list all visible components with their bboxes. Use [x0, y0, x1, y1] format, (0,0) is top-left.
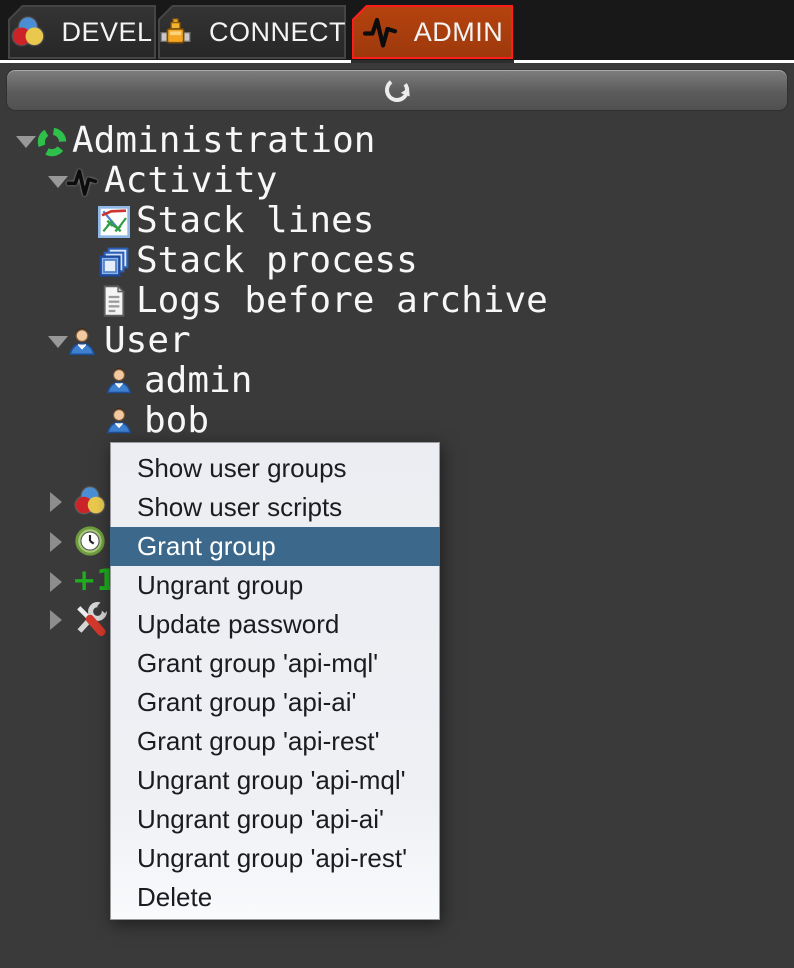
- tab-admin[interactable]: ADMIN: [352, 5, 513, 59]
- expander-arrow-icon[interactable]: [50, 492, 62, 512]
- tab-connect[interactable]: CONNECT: [158, 5, 346, 59]
- tree-item-administration[interactable]: Administration: [0, 121, 794, 161]
- user-icon: [107, 367, 131, 394]
- menu-item-grant-group-api-mql[interactable]: Grant group 'api-mql': [111, 644, 439, 683]
- connector-icon: [160, 18, 191, 44]
- expander-arrow-icon[interactable]: [50, 572, 62, 592]
- tree-item-label: admin: [144, 360, 253, 401]
- tree-item-bob[interactable]: bob: [0, 401, 794, 441]
- tab-connect-label: CONNECT: [209, 16, 346, 47]
- context-menu: Show user groups Show user scripts Grant…: [110, 442, 440, 920]
- tree-item-label: Stack lines: [136, 200, 375, 241]
- expander-arrow-icon[interactable]: [50, 610, 62, 630]
- menu-item-delete[interactable]: Delete: [111, 878, 439, 917]
- menu-item-grant-group[interactable]: Grant group: [110, 527, 440, 566]
- tree-item-user[interactable]: User: [0, 321, 794, 361]
- expander-arrow-icon[interactable]: [48, 176, 68, 188]
- tab-devel-label: DEVEL: [61, 16, 153, 47]
- clock-icon: [74, 525, 106, 557]
- tree-item-admin-user[interactable]: admin: [0, 361, 794, 401]
- activity-pulse-icon: [66, 169, 98, 196]
- menu-item-ungrant-group-api-mql[interactable]: Ungrant group 'api-mql': [111, 761, 439, 800]
- menu-item-grant-group-api-rest[interactable]: Grant group 'api-rest': [111, 722, 439, 761]
- tree-item-label: Activity: [104, 160, 278, 201]
- tree-item-stack-process[interactable]: Stack process: [0, 241, 794, 281]
- expander-arrow-icon[interactable]: [16, 136, 36, 148]
- user-icon: [69, 327, 95, 356]
- document-icon: [103, 285, 125, 317]
- green-ring-icon: [36, 126, 68, 158]
- tools-icon: [72, 601, 108, 637]
- tree-item-label: Administration: [72, 120, 376, 161]
- tree-item-activity[interactable]: Activity: [0, 161, 794, 201]
- menu-item-update-password[interactable]: Update password: [111, 605, 439, 644]
- color-circles-icon: [75, 487, 105, 514]
- tree-item-label: User: [104, 320, 191, 361]
- menu-item-ungrant-group[interactable]: Ungrant group: [111, 566, 439, 605]
- user-icon: [107, 407, 131, 434]
- tree-item-logs-before-archive[interactable]: Logs before archive: [0, 281, 794, 321]
- tab-admin-label: ADMIN: [413, 16, 504, 47]
- menu-item-ungrant-group-api-ai[interactable]: Ungrant group 'api-ai': [111, 800, 439, 839]
- tree-item-stack-lines[interactable]: Stack lines: [0, 201, 794, 241]
- refresh-button[interactable]: [6, 69, 788, 111]
- tree-item-label: Logs before archive: [136, 280, 548, 321]
- menu-item-show-user-scripts[interactable]: Show user scripts: [111, 488, 439, 527]
- tab-bar: DEVEL CONNECT ADMIN: [0, 0, 794, 63]
- tabbar-underline-gap: [351, 60, 514, 63]
- tab-devel[interactable]: DEVEL: [8, 5, 156, 59]
- color-circles-icon: [13, 17, 44, 46]
- tree-item-label: bob: [144, 400, 210, 441]
- refresh-icon: [381, 74, 413, 106]
- menu-item-show-user-groups[interactable]: Show user groups: [111, 449, 439, 488]
- expander-arrow-icon[interactable]: [50, 532, 62, 552]
- tree-item-label: Stack process: [136, 240, 418, 281]
- activity-pulse-icon: [362, 14, 398, 50]
- menu-item-grant-group-api-ai[interactable]: Grant group 'api-ai': [111, 683, 439, 722]
- expander-arrow-icon[interactable]: [48, 336, 68, 348]
- menu-item-ungrant-group-api-rest[interactable]: Ungrant group 'api-rest': [111, 839, 439, 878]
- line-chart-icon: [98, 206, 130, 238]
- stacked-windows-icon: [99, 247, 129, 277]
